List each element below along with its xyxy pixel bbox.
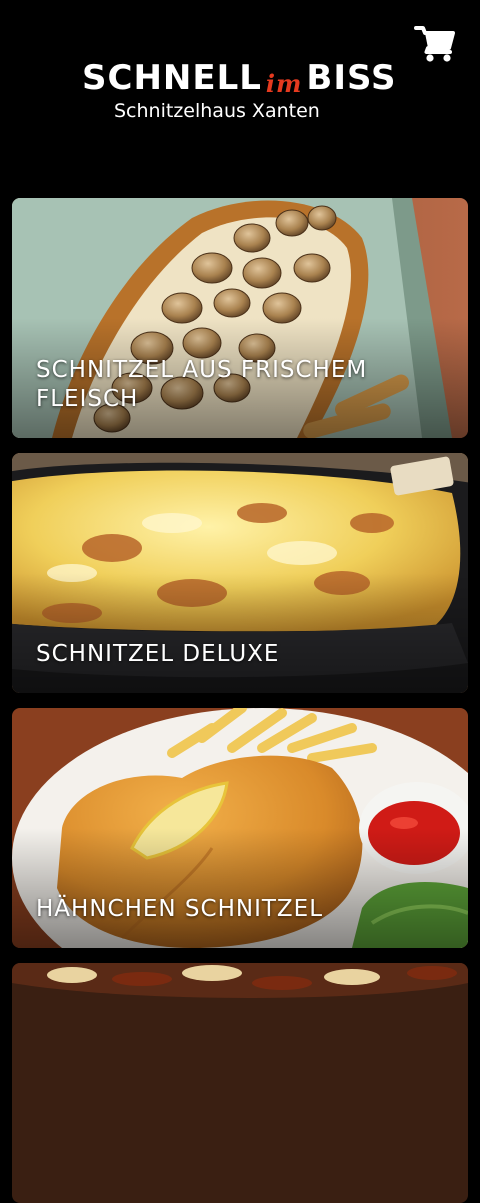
logo-word-schnell: SCHNELL xyxy=(82,58,262,98)
card-overlay xyxy=(12,573,468,693)
card-overlay xyxy=(12,828,468,948)
brand-logo[interactable]: SCHNELL im BISS Schnitzelhaus Xanten xyxy=(80,58,395,128)
category-card-schnitzel-deluxe[interactable]: SCHNITZEL DELUXE xyxy=(12,453,468,693)
logo-word-biss: BISS xyxy=(306,58,397,98)
category-card-schnitzel-frisch[interactable]: SCHNITZEL AUS FRISCHEM FLEISCH xyxy=(12,198,468,438)
category-card-haehnchen-schnitzel[interactable]: HÄHNCHEN SCHNITZEL xyxy=(12,708,468,948)
category-title: SCHNITZEL DELUXE xyxy=(36,641,280,667)
category-title: HÄHNCHEN SCHNITZEL xyxy=(36,896,324,922)
shopping-cart-icon xyxy=(414,26,455,62)
category-title: SCHNITZEL AUS FRISCHEM FLEISCH xyxy=(36,357,368,412)
logo-wordmark: SCHNELL im BISS xyxy=(82,58,396,101)
category-card-next[interactable] xyxy=(12,963,468,1203)
logo-word-im: im xyxy=(265,69,303,98)
category-photo-next xyxy=(12,963,468,1203)
shopping-cart-button[interactable] xyxy=(414,24,456,64)
app-header: SCHNELL im BISS Schnitzelhaus Xanten xyxy=(0,0,480,190)
logo-subtitle: Schnitzelhaus Xanten xyxy=(114,100,320,122)
